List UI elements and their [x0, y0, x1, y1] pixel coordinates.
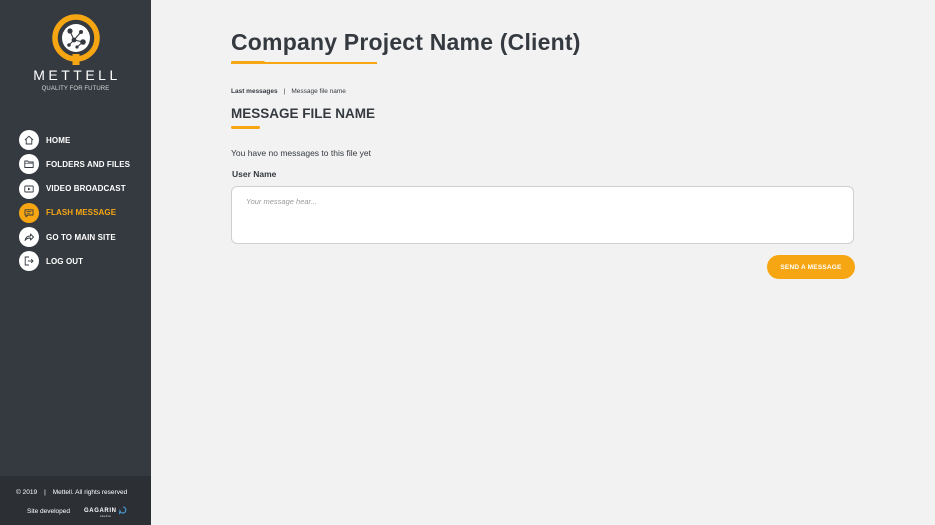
send-message-button[interactable]: SEND A MESSAGE — [767, 255, 855, 279]
sidebar-item-label: VIDEO BROADCAST — [46, 184, 126, 194]
sidebar-item-folders-and-files[interactable]: FOLDERS AND FILES — [19, 154, 131, 175]
sidebar-item-log-out[interactable]: LOG OUT — [19, 251, 130, 272]
title-underline — [231, 61, 377, 64]
sidebar-footer: © 2019 | Mettell. All rights reserved Site… — [0, 476, 151, 525]
breadcrumb-separator: | — [283, 88, 286, 95]
user-name-label: User Name — [232, 169, 277, 179]
message-icon — [19, 202, 39, 223]
sidebar-nav: HOME FOLDERS AND FILES VIDEO BROADCAST F… — [19, 130, 130, 276]
share-arrow-icon — [19, 227, 39, 248]
title-underline-accent — [231, 61, 265, 64]
breadcrumb: Last messages | Message file name — [231, 88, 346, 95]
brand-tagline: QUALITY FOR FUTURE — [41, 86, 110, 92]
sidebar-item-label: FLASH MESSAGE — [46, 208, 117, 218]
copyright-year: © 2019 — [16, 489, 38, 496]
empty-state-text: You have no messages to this file yet — [231, 148, 372, 158]
message-input[interactable] — [231, 186, 854, 244]
breadcrumb-last-messages-link[interactable]: Last messages — [231, 88, 278, 95]
studio-swirl-icon — [119, 506, 127, 515]
sidebar-item-label: LOG OUT — [46, 256, 84, 266]
copyright: © 2019 | Mettell. All rights reserved — [16, 489, 127, 496]
sidebar-item-flash-message[interactable]: FLASH MESSAGE — [19, 202, 130, 223]
studio-logo[interactable]: GAGARIN studio — [84, 506, 127, 518]
mettell-logo-icon — [51, 14, 100, 65]
section-underline — [231, 126, 260, 129]
sidebar: METTELL QUALITY FOR FUTURE HOME FOLDERS … — [0, 0, 151, 525]
copyright-text: Mettell. All rights reserved — [52, 489, 128, 496]
logout-icon — [19, 251, 39, 272]
sidebar-item-label: FOLDERS AND FILES — [46, 159, 131, 169]
video-icon — [19, 178, 39, 199]
main-content: Company Project Name (Client) Last messa… — [231, 0, 935, 525]
sidebar-item-label: GO TO MAIN SITE — [46, 232, 116, 242]
sidebar-item-video-broadcast[interactable]: VIDEO BROADCAST — [19, 178, 130, 199]
breadcrumb-current: Message file name — [291, 88, 346, 95]
sidebar-item-home[interactable]: HOME — [19, 130, 130, 150]
logo[interactable]: METTELL QUALITY FOR FUTURE — [0, 14, 151, 92]
brand-name: METTELL — [33, 67, 121, 83]
sidebar-item-go-to-main-site[interactable]: GO TO MAIN SITE — [19, 227, 130, 248]
page-title: Company Project Name (Client) — [231, 29, 581, 55]
home-icon — [19, 130, 39, 150]
site-developed-label: Site developed — [27, 508, 71, 515]
sidebar-item-label: HOME — [46, 135, 71, 145]
section-title: MESSAGE FILE NAME — [231, 106, 376, 121]
folder-icon — [19, 154, 39, 175]
copyright-separator: | — [44, 489, 46, 496]
